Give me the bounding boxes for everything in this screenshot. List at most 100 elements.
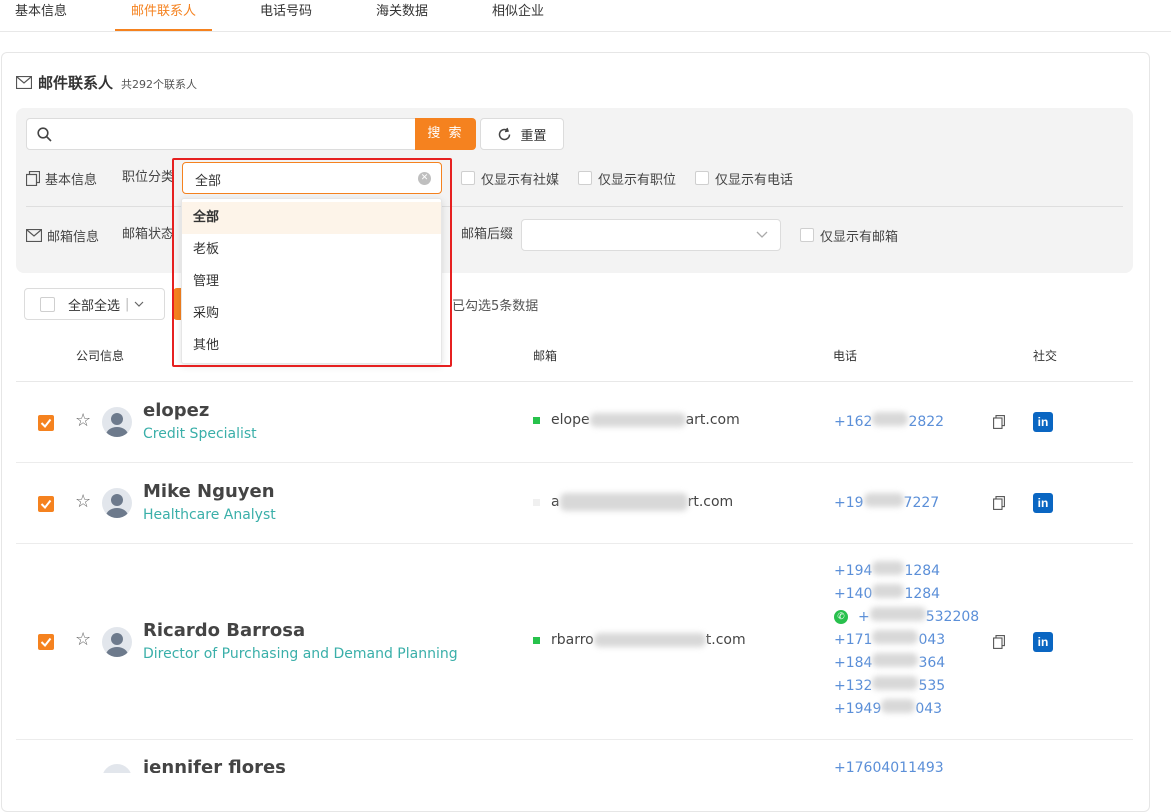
- phone-line[interactable]: +184 364: [834, 652, 979, 675]
- checkbox-box: [578, 171, 592, 185]
- phone-line[interactable]: +1949 043: [834, 698, 979, 721]
- contact-phone[interactable]: +162 2822: [834, 411, 944, 434]
- redacted-blur: [872, 584, 905, 598]
- only-email-checkbox[interactable]: 仅显示有邮箱: [800, 225, 898, 245]
- phone-start: +184: [834, 655, 873, 671]
- phone-end: 2822: [908, 414, 945, 430]
- star-icon[interactable]: ☆: [75, 493, 91, 511]
- linkedin-icon[interactable]: in: [1033, 493, 1053, 513]
- email-verified-dot: [533, 636, 540, 644]
- redacted-blur: [872, 561, 905, 575]
- only-position-checkbox[interactable]: 仅显示有职位: [578, 168, 676, 188]
- phone-line[interactable]: +132 535: [834, 675, 979, 698]
- phone-line[interactable]: +194 1284: [834, 560, 979, 583]
- copy-icon[interactable]: [993, 415, 1005, 429]
- row-checkbox[interactable]: [38, 415, 54, 431]
- contact-email[interactable]: a rt.com: [533, 493, 733, 511]
- search-button[interactable]: 搜 索: [415, 118, 476, 150]
- search-icon: [37, 127, 52, 142]
- position-category-select[interactable]: 全部 ✕: [182, 162, 442, 194]
- position-category-label: 职位分类: [122, 170, 175, 185]
- chevron-down-icon: [756, 231, 768, 238]
- email-visible-start: elope: [551, 412, 590, 428]
- redacted-blur: [881, 699, 916, 713]
- phone-end: 1284: [904, 563, 941, 579]
- email-status-dot: [533, 498, 540, 506]
- dropdown-option-other[interactable]: 其他: [182, 330, 441, 362]
- select-all-checkbox[interactable]: [40, 296, 55, 312]
- contact-name[interactable]: elopez: [143, 400, 209, 421]
- redacted-blur: [589, 413, 686, 427]
- checkbox-box: [695, 171, 709, 185]
- phone-line[interactable]: ✆ +532208: [834, 606, 979, 629]
- select-all-label: 全部全选: [68, 298, 121, 314]
- tab-customs-data[interactable]: 海关数据: [376, 0, 428, 31]
- phone-start: +162: [834, 414, 873, 430]
- row-divider: [16, 462, 1133, 463]
- section-header: 邮件联系人 共292个联系人: [16, 70, 197, 94]
- select-all-control[interactable]: 全部全选 |: [24, 288, 165, 320]
- contact-phone-list[interactable]: +194 1284 +140 1284 ✆ +532208 +171 043 +184 3…: [834, 560, 979, 721]
- dropdown-option-purchasing[interactable]: 采购: [182, 298, 441, 330]
- phone-end: 535: [918, 678, 946, 694]
- tab-similar-companies[interactable]: 相似企业: [492, 0, 544, 31]
- redacted-blur: [872, 676, 919, 690]
- copy-icon[interactable]: [993, 635, 1005, 649]
- only-social-label: 仅显示有社媒: [481, 172, 560, 188]
- linkedin-icon[interactable]: in: [1033, 632, 1053, 652]
- only-social-checkbox[interactable]: 仅显示有社媒: [461, 168, 559, 188]
- redacted-blur: [872, 653, 919, 667]
- checkbox-box: [800, 228, 814, 242]
- reset-button[interactable]: 重置: [480, 118, 564, 150]
- copy-icon[interactable]: [993, 496, 1005, 510]
- mail-icon: [26, 228, 42, 242]
- phone-line[interactable]: +171 043: [834, 629, 979, 652]
- email-visible-end: rt.com: [687, 494, 734, 510]
- contact-name[interactable]: Mike Nguyen: [143, 481, 275, 502]
- tab-email-contacts[interactable]: 邮件联系人: [115, 0, 212, 31]
- redacted-blur: [872, 630, 919, 644]
- phone-end: 532208: [925, 609, 980, 625]
- redacted-blur: [593, 633, 706, 647]
- dropdown-option-management[interactable]: 管理: [182, 266, 441, 298]
- clear-icon[interactable]: ✕: [418, 172, 431, 185]
- tab-phone-numbers[interactable]: 电话号码: [260, 0, 312, 31]
- contact-email[interactable]: rbarro t.com: [533, 632, 746, 648]
- phone-start: +171: [834, 632, 873, 648]
- contact-phone[interactable]: +19 7227: [834, 492, 939, 515]
- whatsapp-icon: ✆: [834, 610, 848, 624]
- tab-basic-info[interactable]: 基本信息: [15, 0, 67, 31]
- phone-start: +140: [834, 586, 873, 602]
- search-input[interactable]: [26, 118, 416, 150]
- reset-label: 重置: [520, 128, 547, 144]
- phone-end: 043: [915, 701, 943, 717]
- row-checkbox[interactable]: [38, 634, 54, 650]
- phone-end: 1284: [904, 586, 941, 602]
- email-visible-end: art.com: [685, 412, 740, 428]
- dropdown-option-boss[interactable]: 老板: [182, 234, 441, 266]
- only-phone-checkbox[interactable]: 仅显示有电话: [695, 168, 793, 188]
- top-tabs: 基本信息 邮件联系人 电话号码 海关数据 相似企业: [0, 0, 1171, 32]
- chevron-down-icon[interactable]: [134, 301, 144, 308]
- contact-count: 共292个联系人: [121, 78, 198, 91]
- contact-name[interactable]: Ricardo Barrosa: [143, 620, 305, 641]
- star-icon[interactable]: ☆: [75, 412, 91, 430]
- dropdown-option-all[interactable]: 全部: [182, 202, 441, 234]
- phone-start: +19: [834, 495, 864, 511]
- position-dropdown-menu: 全部 老板 管理 采购 其他: [181, 198, 442, 364]
- contact-email[interactable]: elope art.com: [533, 412, 740, 428]
- refresh-icon: [499, 127, 511, 140]
- linkedin-icon[interactable]: in: [1033, 412, 1053, 432]
- contact-title: Director of Purchasing and Demand Planni…: [143, 646, 458, 662]
- redacted-blur: [869, 607, 926, 621]
- checkbox-box: [461, 171, 475, 185]
- star-icon[interactable]: ☆: [75, 631, 91, 649]
- phone-start: +: [858, 609, 870, 625]
- mail-suffix-select[interactable]: [521, 219, 781, 251]
- phone-line[interactable]: +140 1284: [834, 583, 979, 606]
- only-email-label: 仅显示有邮箱: [820, 229, 899, 245]
- mail-info-label: 邮箱信息: [26, 225, 99, 245]
- contact-title: Healthcare Analyst: [143, 507, 276, 523]
- document-copy-icon: [26, 170, 40, 186]
- row-checkbox[interactable]: [38, 496, 54, 512]
